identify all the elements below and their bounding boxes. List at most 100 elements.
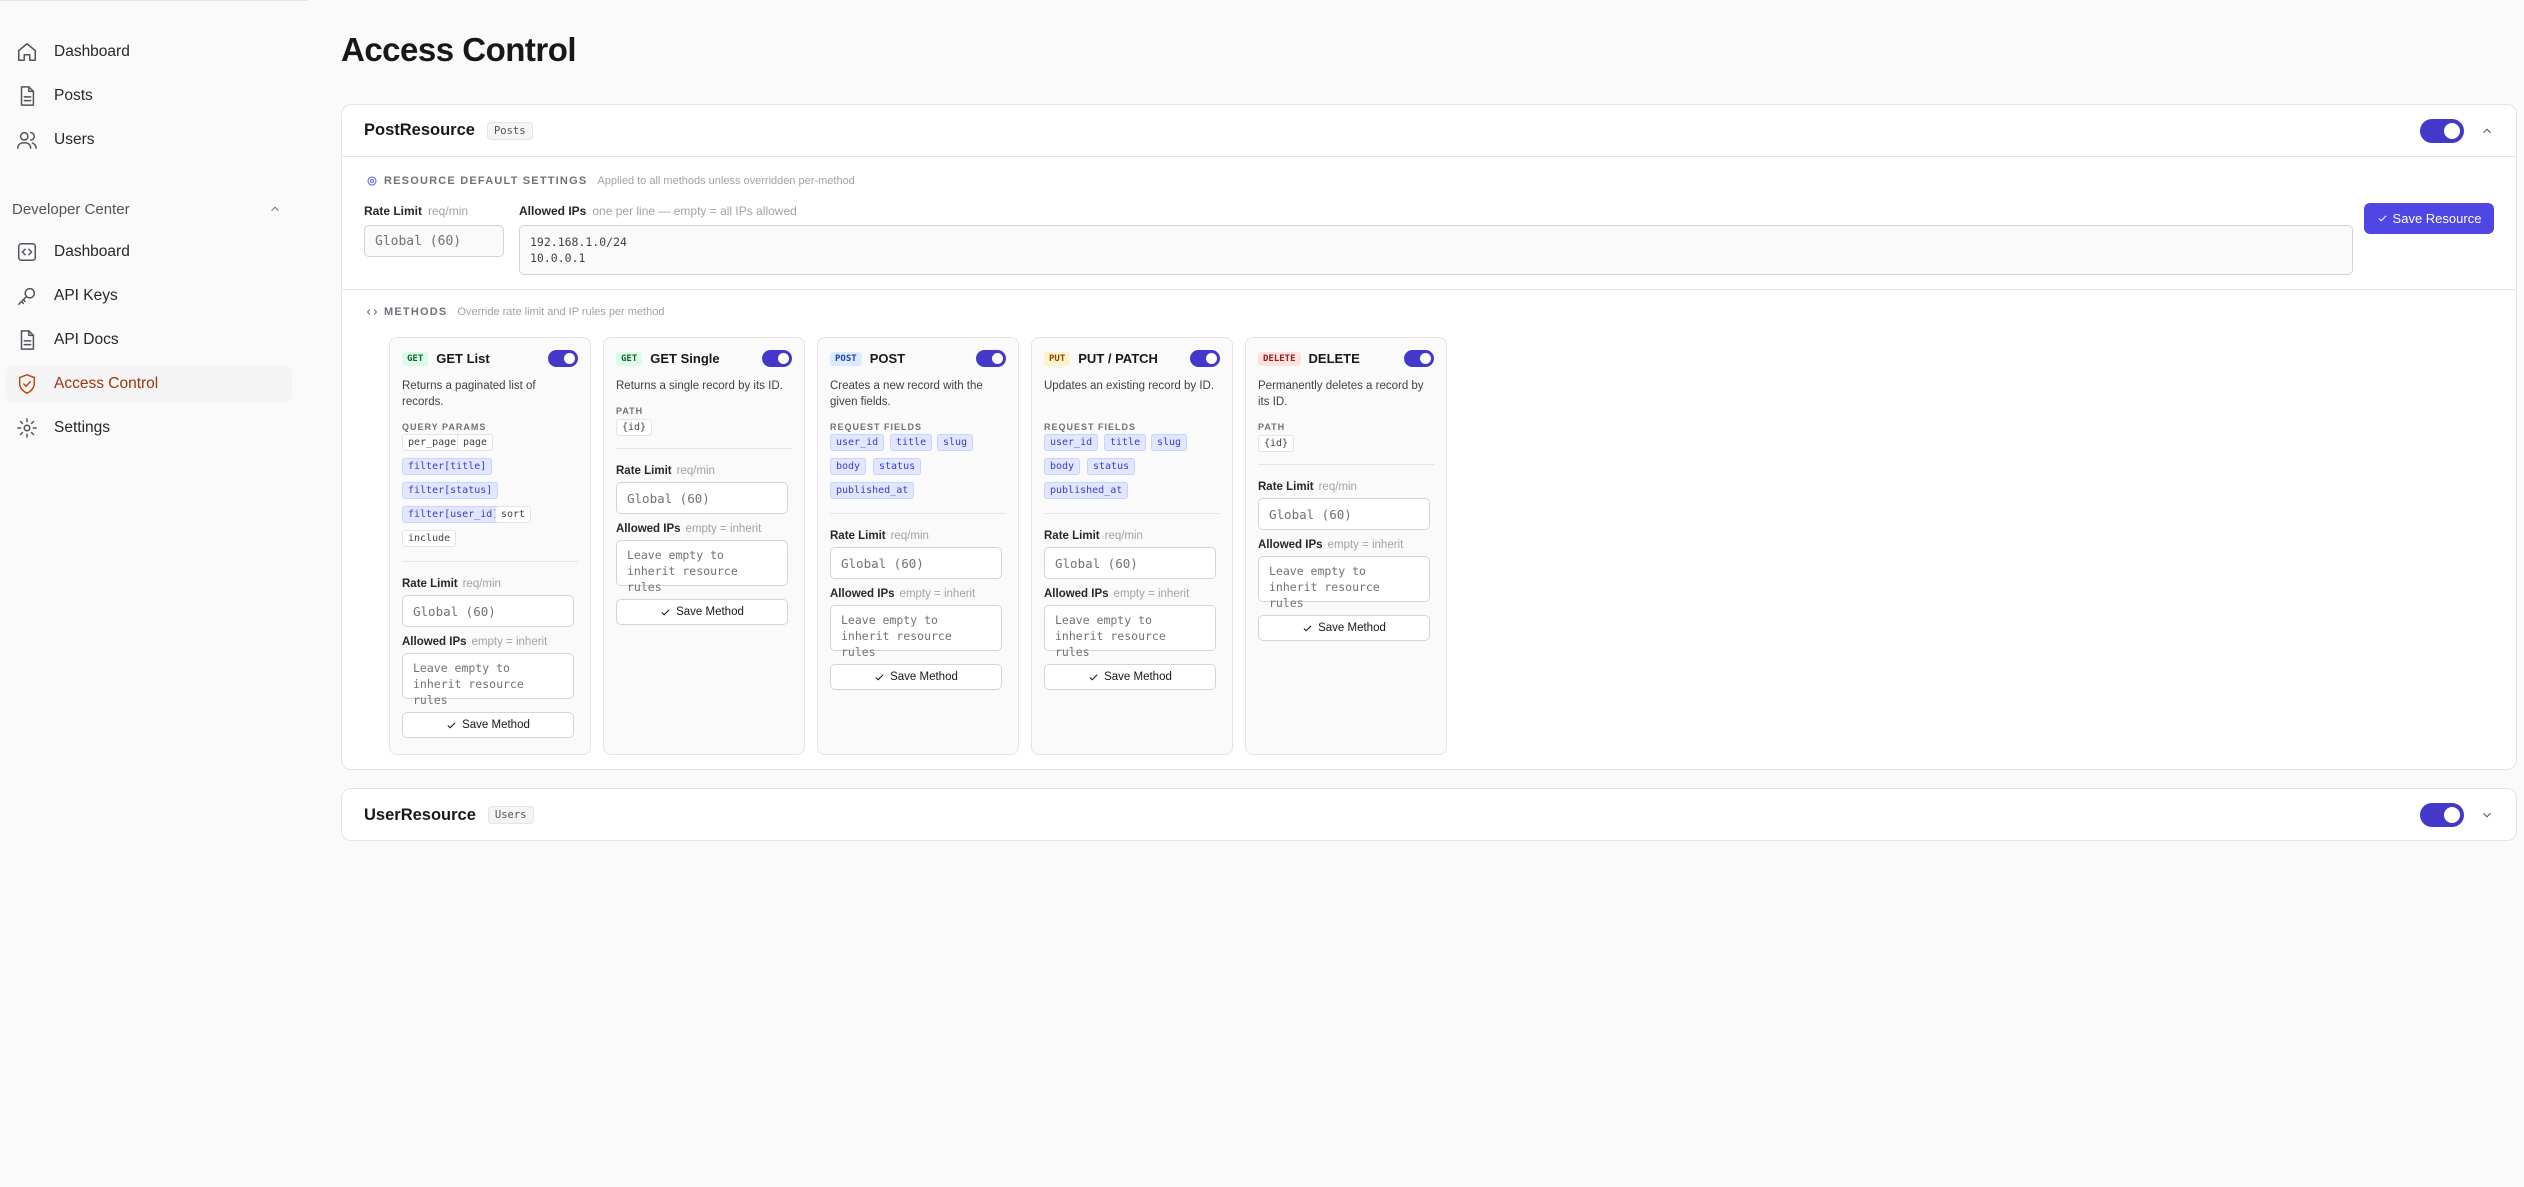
- divider: [616, 448, 792, 449]
- sidebar: Dashboard Posts Users Developer Center D…: [0, 0, 308, 1187]
- method-rate-limit-input[interactable]: Global (60): [1044, 547, 1216, 579]
- resource-header[interactable]: UserResource Users: [342, 789, 2516, 841]
- method-allowed-ips-textarea[interactable]: Leave empty to inherit resource rules: [1258, 556, 1430, 610]
- allowed-ips-label: Allowed IPs empty = inherit: [1044, 588, 1190, 600]
- save-method-button[interactable]: Save Method: [402, 712, 574, 738]
- param-chip: filter[user_id]: [402, 506, 505, 523]
- method-section-label: QUERY PARAMS: [402, 422, 487, 432]
- sidebar-item-label: Users: [54, 131, 95, 148]
- divider: [830, 513, 1006, 514]
- param-chip: include: [402, 530, 457, 547]
- save-method-button[interactable]: Save Method: [830, 664, 1002, 690]
- check-icon: [875, 673, 884, 681]
- save-resource-button[interactable]: Save Resource: [2364, 203, 2494, 234]
- sidebar-item-dashboard[interactable]: Dashboard: [6, 33, 292, 71]
- check-icon: [661, 608, 670, 616]
- check-icon: [2378, 215, 2387, 222]
- rate-limit-label: Rate Limit req/min: [1258, 481, 1357, 493]
- resource-enabled-toggle[interactable]: [2420, 803, 2464, 827]
- resource-allowed-ips-textarea[interactable]: 192.168.1.0/24 10.0.0.1: [519, 225, 2353, 275]
- sidebar-item-label: Access Control: [54, 375, 159, 392]
- method-name: POST: [869, 351, 906, 366]
- method-section-label: PATH: [1258, 422, 1286, 432]
- param-chip: user_id: [830, 434, 885, 451]
- sidebar-item-label: API Docs: [54, 331, 119, 348]
- param-chip: title: [890, 434, 933, 451]
- document-icon: [20, 330, 35, 350]
- method-rate-limit-input[interactable]: Global (60): [830, 547, 1002, 579]
- method-card-get-list: GET GET List Returns a paginated list of …: [389, 337, 591, 755]
- rate-limit-label: Rate Limit req/min: [830, 530, 929, 542]
- sidebar-item-users[interactable]: Users: [6, 121, 292, 159]
- method-allowed-ips-textarea[interactable]: Leave empty to inherit resource rules: [616, 540, 788, 594]
- developer-center-title: Developer Center: [12, 200, 130, 218]
- rate-limit-label: Rate Limit req/min: [364, 204, 469, 218]
- method-allowed-ips-textarea[interactable]: Leave empty to inherit resource rules: [830, 605, 1002, 659]
- param-chip: filter[title]: [402, 458, 493, 475]
- sidebar-item-label: Settings: [54, 419, 111, 436]
- param-chip: published_at: [1044, 482, 1129, 499]
- resource-name: UserResource: [364, 805, 476, 824]
- sidebar-item-label: Dashboard: [54, 243, 130, 260]
- save-method-button[interactable]: Save Method: [1044, 664, 1216, 690]
- document-icon: [20, 86, 35, 106]
- save-method-button[interactable]: Save Method: [616, 599, 788, 625]
- chevron-down-icon[interactable]: [2480, 808, 2494, 822]
- method-rate-limit-input[interactable]: Global (60): [1258, 498, 1430, 530]
- param-chip: body: [1044, 458, 1081, 475]
- method-description: Creates a new record with the given fiel…: [830, 380, 983, 408]
- method-enabled-toggle[interactable]: [976, 350, 1006, 367]
- param-chip: user_id: [1044, 434, 1099, 451]
- method-rate-limit-input[interactable]: Global (60): [616, 482, 788, 514]
- rate-limit-label: Rate Limit req/min: [1044, 530, 1143, 542]
- sidebar-item-access-control[interactable]: Access Control: [6, 365, 292, 403]
- gear-icon: [17, 418, 37, 438]
- methods-header: METHODS Override rate limit and IP rules…: [366, 306, 664, 318]
- divider: [1044, 513, 1220, 514]
- method-enabled-toggle[interactable]: [548, 350, 578, 367]
- page-title: Access Control: [341, 31, 577, 68]
- method-allowed-ips-textarea[interactable]: Leave empty to inherit resource rules: [1044, 605, 1216, 659]
- divider: [342, 289, 2516, 290]
- resource-enabled-toggle[interactable]: [2420, 118, 2464, 143]
- allowed-ips-label: Allowed IPs empty = inherit: [402, 636, 548, 648]
- key-icon: [18, 287, 36, 305]
- resource-card-user: UserResource Users: [341, 788, 2517, 841]
- method-verb-badge: GET: [616, 351, 643, 366]
- method-allowed-ips-textarea[interactable]: Leave empty to inherit resource rules: [402, 653, 574, 707]
- sidebar-item-dev-dashboard[interactable]: Dashboard: [6, 233, 292, 271]
- method-name: GET Single: [650, 351, 720, 366]
- rate-limit-label: Rate Limit req/min: [616, 465, 715, 477]
- param-chip: status: [873, 458, 922, 475]
- divider: [1258, 464, 1434, 465]
- ip-line: 192.168.1.0/24: [530, 235, 627, 249]
- resource-header[interactable]: PostResource Posts: [342, 105, 2516, 157]
- method-rate-limit-input[interactable]: Global (60): [402, 595, 574, 627]
- method-card-put: PUT PUT / PATCH Updates an existing recor…: [1031, 337, 1233, 755]
- method-name: GET List: [436, 351, 490, 366]
- resource-rate-limit-input[interactable]: Global (60): [364, 225, 504, 257]
- save-method-button[interactable]: Save Method: [1258, 615, 1430, 641]
- param-chip: status: [1087, 458, 1136, 475]
- developer-center-toggle[interactable]: Developer Center: [12, 197, 282, 221]
- method-enabled-toggle[interactable]: [1404, 350, 1434, 367]
- check-icon: [1089, 673, 1098, 681]
- divider: [402, 561, 578, 562]
- param-chip: per_page: [402, 434, 463, 451]
- sidebar-item-api-docs[interactable]: API Docs: [6, 321, 292, 359]
- param-chip: sort: [495, 506, 532, 523]
- chevron-up-icon[interactable]: [2480, 124, 2494, 138]
- allowed-ips-label: Allowed IPs empty = inherit: [1258, 539, 1404, 551]
- sidebar-item-settings[interactable]: Settings: [6, 409, 292, 447]
- allowed-ips-label: Allowed IPs one per line — empty = all IP…: [519, 204, 797, 218]
- sidebar-item-api-keys[interactable]: API Keys: [6, 277, 292, 315]
- param-chip: title: [1104, 434, 1147, 451]
- code-icon: [18, 243, 36, 261]
- method-enabled-toggle[interactable]: [1190, 350, 1220, 367]
- method-enabled-toggle[interactable]: [762, 350, 792, 367]
- resource-defaults-header: RESOURCE DEFAULT SETTINGS Applied to all…: [366, 175, 855, 187]
- sidebar-item-posts[interactable]: Posts: [6, 77, 292, 115]
- method-description: Returns a paginated list of records.: [402, 380, 536, 408]
- param-chip: body: [830, 458, 867, 475]
- rate-limit-label: Rate Limit req/min: [402, 578, 501, 590]
